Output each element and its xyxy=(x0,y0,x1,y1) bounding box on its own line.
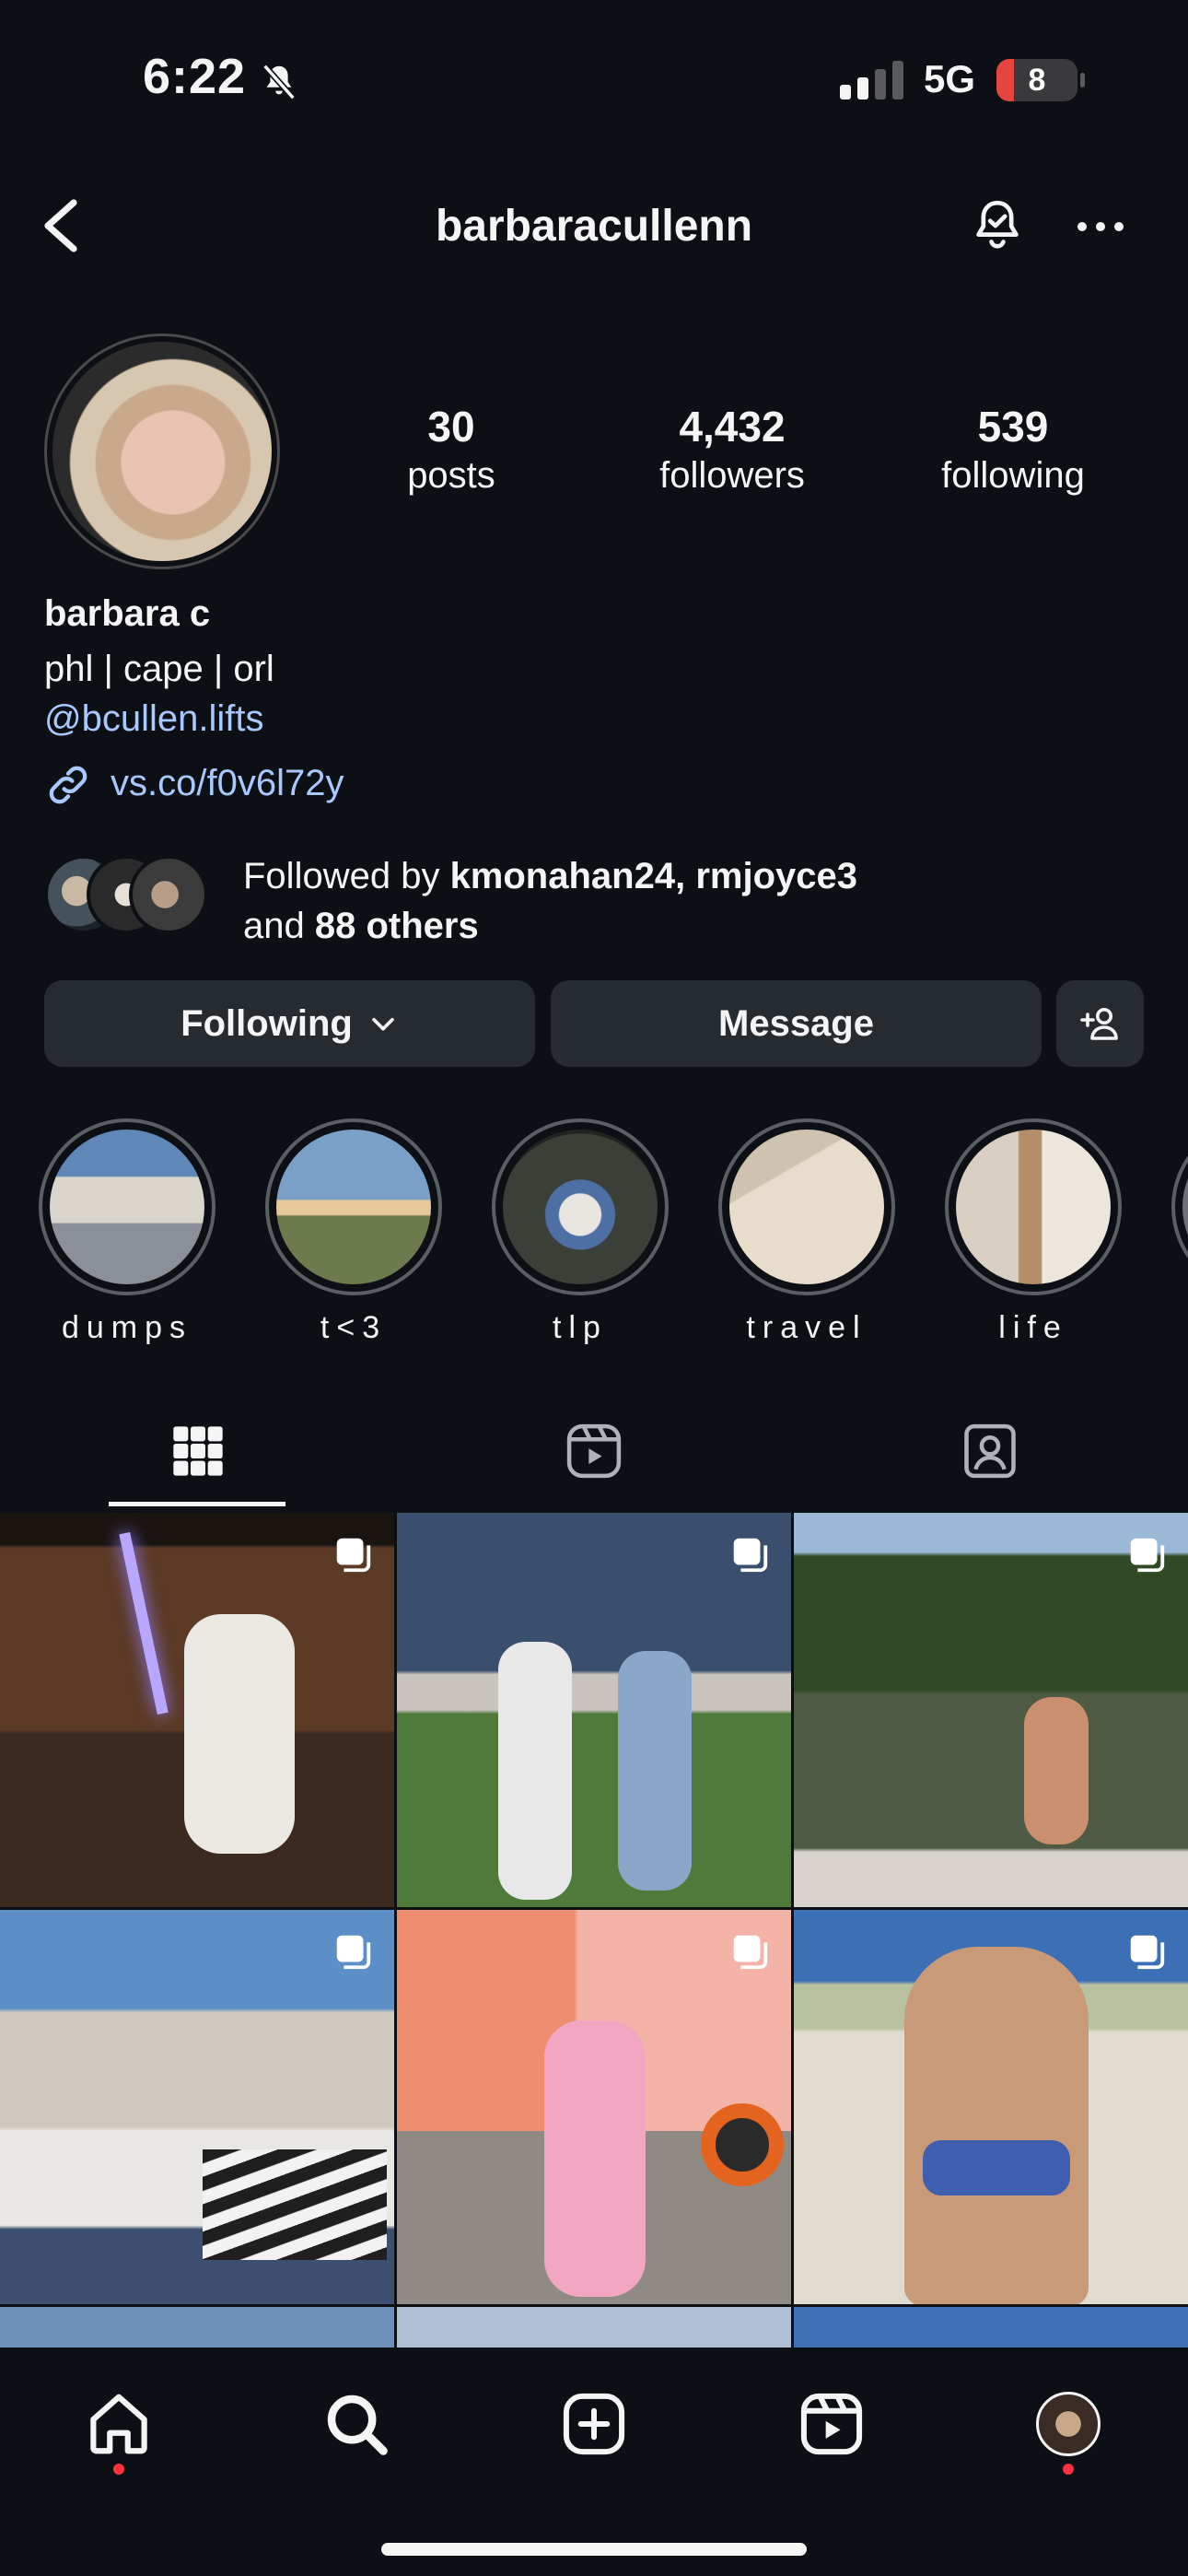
tab-reels[interactable] xyxy=(396,1393,792,1509)
highlight-label: dumps xyxy=(61,1310,193,1345)
post-thumbnail[interactable] xyxy=(794,1513,1188,1907)
mutual-usernames: kmonahan24, rmjoyce3 xyxy=(449,856,857,896)
post-thumbnail[interactable] xyxy=(0,1910,394,2304)
message-button[interactable]: Message xyxy=(551,980,1042,1067)
home-icon xyxy=(90,2394,147,2454)
highlight-cover xyxy=(956,1130,1111,1284)
highlight-label: travel xyxy=(746,1310,868,1345)
bio-mention-link[interactable]: @bcullen.lifts xyxy=(44,698,263,740)
profile-header: barbaracullenn xyxy=(0,175,1188,276)
highlight-tlp[interactable]: tlp xyxy=(492,1118,669,1346)
grid-icon xyxy=(173,1426,223,1476)
more-options-icon[interactable] xyxy=(1068,199,1133,254)
highlight-cover xyxy=(503,1130,658,1284)
post-thumbnail[interactable] xyxy=(794,1910,1188,2304)
highlight-label: t<3 xyxy=(320,1310,388,1345)
post-thumbnail[interactable] xyxy=(0,1513,394,1907)
nav-create[interactable] xyxy=(553,2383,635,2465)
highlight-dumps[interactable]: dumps xyxy=(39,1118,215,1346)
stat-followers[interactable]: 4,432 followers xyxy=(635,402,829,497)
highlight-label: life xyxy=(998,1310,1068,1345)
battery-icon: 8 xyxy=(996,59,1085,101)
bottom-navigation xyxy=(0,2348,1188,2576)
carousel-icon xyxy=(336,1935,371,1970)
network-type: 5G xyxy=(924,57,976,100)
post-thumbnail[interactable] xyxy=(397,1513,791,1907)
search-icon xyxy=(327,2395,388,2455)
profile-notification-dot xyxy=(1063,2464,1074,2475)
post-thumbnail[interactable] xyxy=(0,2307,394,2348)
tab-posts-grid[interactable] xyxy=(0,1393,396,1509)
following-count: 539 xyxy=(977,403,1049,451)
highlight-label: tlp xyxy=(553,1310,608,1345)
nav-reels[interactable] xyxy=(790,2383,873,2465)
add-person-icon xyxy=(1079,1008,1118,1040)
nav-home[interactable] xyxy=(77,2383,160,2465)
highlight-cover xyxy=(50,1130,204,1284)
following-button[interactable]: Following xyxy=(44,980,535,1067)
followers-count: 4,432 xyxy=(679,403,786,451)
highlight-t3[interactable]: t<3 xyxy=(265,1118,442,1346)
silent-bell-icon xyxy=(262,64,296,100)
following-label: following xyxy=(941,455,1085,496)
highlight-life[interactable]: life xyxy=(945,1118,1122,1346)
carousel-icon xyxy=(336,1538,371,1573)
display-name: barbara c xyxy=(44,593,211,634)
active-tab-indicator xyxy=(109,1502,285,1506)
status-time: 6:22 xyxy=(143,49,247,104)
following-button-label: Following xyxy=(181,1002,353,1044)
create-post-icon xyxy=(563,2393,625,2455)
carousel-icon xyxy=(1130,1538,1165,1573)
nav-search[interactable] xyxy=(315,2383,398,2465)
home-indicator[interactable] xyxy=(381,2543,807,2556)
avatar-photo xyxy=(52,342,272,561)
external-link-text: vs.co/f0v6l72y xyxy=(111,763,344,803)
carousel-icon xyxy=(733,1935,768,1970)
nav-profile[interactable] xyxy=(1027,2383,1110,2465)
post-thumbnail[interactable] xyxy=(794,2307,1188,2348)
tab-tagged[interactable] xyxy=(792,1393,1188,1509)
home-notification-dot xyxy=(113,2464,124,2475)
avatar xyxy=(129,855,208,934)
highlight-cover xyxy=(729,1130,884,1284)
post-thumbnail[interactable] xyxy=(397,2307,791,2348)
highlight-travel[interactable]: travel xyxy=(718,1118,895,1346)
reels-icon xyxy=(800,2393,863,2455)
highlight-cover xyxy=(276,1130,431,1284)
stat-following[interactable]: 539 following xyxy=(921,402,1105,497)
highlight-partial[interactable] xyxy=(1171,1118,1188,1295)
mutual-avatars xyxy=(44,855,228,938)
profile-avatar[interactable] xyxy=(44,334,280,569)
avatar xyxy=(1036,2392,1101,2456)
notification-bell-icon[interactable] xyxy=(965,193,1030,258)
post-thumbnail[interactable] xyxy=(397,1910,791,2304)
posts-label: posts xyxy=(407,455,495,496)
carousel-icon xyxy=(733,1538,768,1573)
bio-text: phl | cape | orl xyxy=(44,649,274,689)
mutual-followers[interactable]: Followed by kmonahan24, rmjoyce3 and 88 … xyxy=(44,851,1149,946)
stat-posts[interactable]: 30 posts xyxy=(373,402,530,497)
battery-level: 8 xyxy=(1028,63,1046,98)
carousel-icon xyxy=(1130,1935,1165,1970)
followed-by-text: Followed by kmonahan24, rmjoyce3 and 88 … xyxy=(243,856,857,946)
link-icon xyxy=(49,766,87,804)
posts-count: 30 xyxy=(427,403,475,451)
tagged-icon xyxy=(964,1423,1016,1479)
message-button-label: Message xyxy=(718,1002,874,1044)
mutual-others-count: 88 others xyxy=(314,906,479,946)
followers-label: followers xyxy=(659,455,805,496)
posts-grid xyxy=(0,1513,1188,2348)
status-bar: 6:22 5G 8 xyxy=(0,0,1188,157)
cellular-signal-icon xyxy=(840,61,903,100)
chevron-down-icon xyxy=(372,1017,394,1031)
suggested-users-button[interactable] xyxy=(1056,980,1144,1067)
reels-icon xyxy=(566,1423,622,1479)
